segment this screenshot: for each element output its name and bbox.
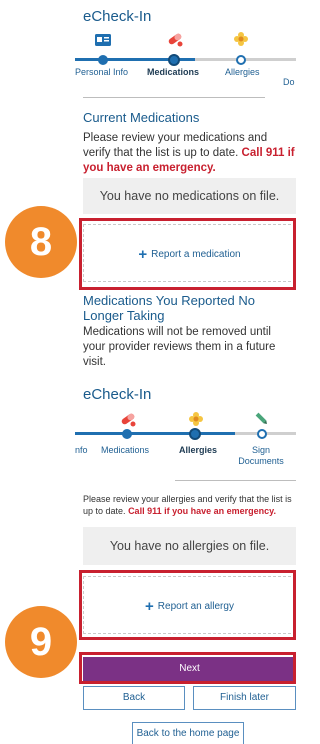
progress-stepper: Personal Info Medications Allergies Do	[75, 30, 296, 87]
finish-later-button[interactable]: Finish later	[193, 686, 296, 710]
flower-icon	[233, 31, 249, 52]
highlight-next-button	[79, 652, 296, 684]
empty-medications-message: You have no medications on file.	[83, 178, 296, 214]
step-label-personal-info: Personal Info	[75, 67, 129, 77]
step-label-sign-documents: Sign Documents	[238, 445, 284, 466]
no-longer-taking-text: Medications will not be removed until yo…	[83, 326, 276, 365]
allergies-panel: eCheck-In nfo Medications Allergies Sign…	[75, 380, 296, 744]
step-label-allergies: Allergies	[179, 445, 218, 455]
step-dot-medications	[168, 54, 180, 66]
page-title: eCheck-In	[83, 386, 152, 403]
section-title: Current Medications	[83, 110, 200, 125]
progress-track	[75, 58, 296, 61]
divider	[175, 480, 296, 481]
step-badge-8: 8	[5, 206, 77, 278]
step-label-medications: Medications	[101, 445, 150, 455]
back-button[interactable]: Back	[83, 686, 185, 710]
empty-allergies-message: You have no allergies on file.	[83, 527, 296, 565]
instructions-text: Please review your medications and verif…	[83, 131, 295, 176]
medications-panel: eCheck-In Personal Info Medications Alle…	[75, 0, 296, 365]
step-label-documents: Do	[283, 77, 295, 87]
step-dot-medications	[122, 429, 132, 439]
step-label-medications: Medications	[147, 67, 200, 77]
divider	[83, 97, 265, 98]
back-to-home-button[interactable]: Back to the home page	[132, 722, 244, 744]
no-longer-taking-title: Medications You Reported No Longer Takin…	[83, 293, 256, 323]
instructions-text: Please review your allergies and verify …	[83, 493, 296, 517]
step-badge-9: 9	[5, 606, 77, 678]
emergency-notice: Call 911 if you have an emergency.	[128, 506, 276, 516]
step-dot-allergies	[189, 428, 201, 440]
id-card-icon	[95, 33, 111, 51]
pills-icon	[166, 31, 184, 52]
step-dot-allergies	[236, 55, 246, 65]
instructions: Please review your medications and verif…	[83, 132, 268, 159]
progress-stepper: nfo Medications Allergies Sign Documents	[75, 410, 296, 466]
page-title: eCheck-In	[83, 8, 152, 25]
highlight-report-medication	[79, 218, 296, 290]
step-dot-personal-info	[98, 55, 108, 65]
highlight-report-allergy	[79, 570, 296, 640]
step-label-personal-info: nfo	[75, 445, 88, 455]
step-dot-sign-documents	[257, 429, 267, 439]
step-label-allergies: Allergies	[225, 67, 260, 77]
